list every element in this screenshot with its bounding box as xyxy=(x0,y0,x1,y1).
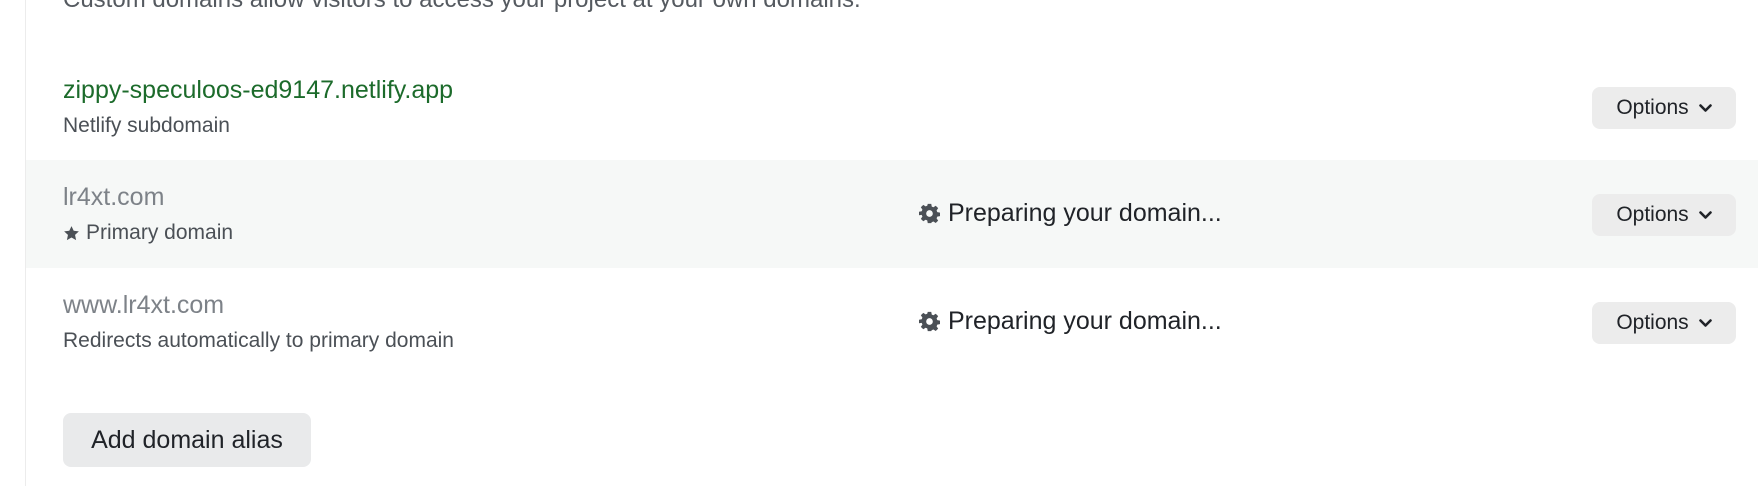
options-button[interactable]: Options xyxy=(1592,194,1736,236)
chevron-down-icon xyxy=(1698,318,1712,327)
options-label: Options xyxy=(1616,203,1689,226)
domain-subtitle: Redirects automatically to primary domai… xyxy=(63,328,454,354)
domain-row-www: www.lr4xt.com Redirects automatically to… xyxy=(26,268,1758,376)
star-icon xyxy=(64,225,79,240)
add-domain-alias-button[interactable]: Add domain alias xyxy=(63,413,311,467)
domain-subtitle: Netlify subdomain xyxy=(63,113,230,139)
domain-row-netlify: zippy-speculoos-ed9147.netlify.app Netli… xyxy=(26,53,1758,161)
domain-status: Preparing your domain... xyxy=(919,198,1222,228)
domain-subtitle-text: Redirects automatically to primary domai… xyxy=(63,329,454,352)
options-label: Options xyxy=(1616,311,1689,334)
domain-name: lr4xt.com xyxy=(63,183,165,211)
options-button[interactable]: Options xyxy=(1592,87,1736,129)
domain-status: Preparing your domain... xyxy=(919,306,1222,336)
gear-icon xyxy=(919,203,940,223)
domain-subtitle-text: Netlify subdomain xyxy=(63,114,230,137)
section-description: Custom domains allow visitors to access … xyxy=(63,0,861,12)
domain-status-text: Preparing your domain... xyxy=(948,307,1222,335)
domain-status-text: Preparing your domain... xyxy=(948,199,1222,227)
domain-subtitle-text: Primary domain xyxy=(86,221,234,244)
options-label: Options xyxy=(1616,96,1689,119)
domain-name: www.lr4xt.com xyxy=(63,291,225,319)
gear-icon xyxy=(919,311,940,331)
domain-subtitle: Primary domain xyxy=(63,220,233,246)
options-button[interactable]: Options xyxy=(1592,302,1736,344)
domain-management-panel: Custom domains allow visitors to access … xyxy=(0,0,1758,486)
domain-row-primary: lr4xt.com Primary domain Preparing your … xyxy=(26,160,1758,268)
chevron-down-icon xyxy=(1698,103,1712,112)
chevron-down-icon xyxy=(1698,210,1712,219)
domain-name: zippy-speculoos-ed9147.netlify.app xyxy=(63,76,454,104)
